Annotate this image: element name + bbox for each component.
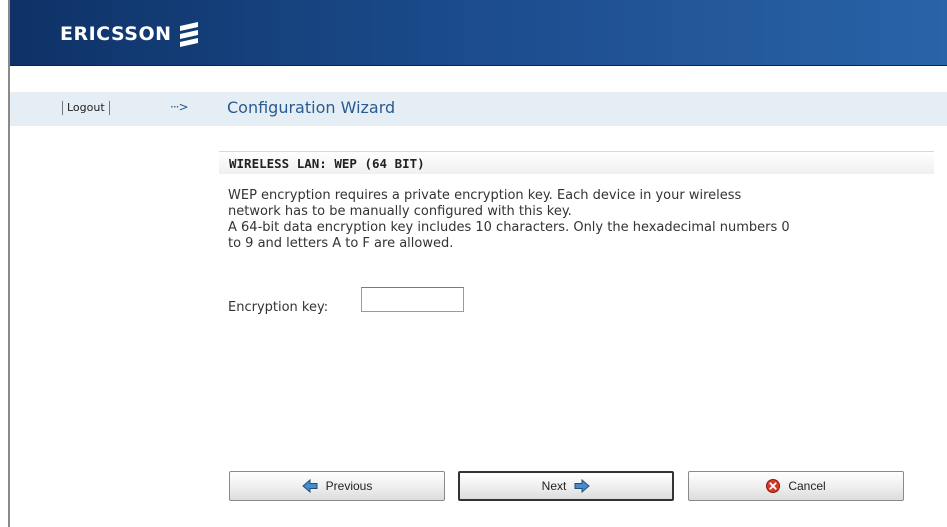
description-line: A 64-bit data encryption key includes 10… [228, 220, 790, 235]
next-button-label: Next [541, 479, 567, 493]
cancel-icon [766, 479, 781, 493]
description-line: to 9 and letters A to F are allowed. [228, 236, 454, 251]
header-banner: ERICSSON [10, 0, 947, 66]
left-border [8, 0, 10, 527]
next-button[interactable]: Next [458, 471, 674, 501]
description-line: network has to be manually configured wi… [228, 204, 572, 219]
encryption-key-label: Encryption key: [228, 300, 329, 315]
section-title: WIRELESS LAN: WEP (64 BIT) [229, 156, 425, 171]
logout-link[interactable]: Logout [62, 101, 110, 115]
page-title: Configuration Wizard [227, 98, 396, 117]
breadcrumb-arrow-icon: ···> [170, 100, 188, 114]
previous-button-label: Previous [325, 479, 373, 493]
ericsson-logo-icon [180, 22, 198, 47]
cancel-button-label: Cancel [788, 479, 826, 493]
nav-bar: Logout ···> Configuration Wizard [10, 92, 947, 126]
cancel-button[interactable]: Cancel [688, 471, 904, 501]
brand-logo-text: ERICSSON [60, 23, 172, 45]
previous-button[interactable]: Previous [229, 471, 445, 501]
arrow-left-icon [301, 479, 318, 493]
description: WEP encryption requires a private encryp… [228, 188, 943, 252]
section-header: WIRELESS LAN: WEP (64 BIT) [219, 152, 934, 174]
encryption-key-input[interactable] [361, 287, 464, 312]
arrow-right-icon [574, 479, 591, 493]
description-line: WEP encryption requires a private encryp… [228, 188, 742, 203]
